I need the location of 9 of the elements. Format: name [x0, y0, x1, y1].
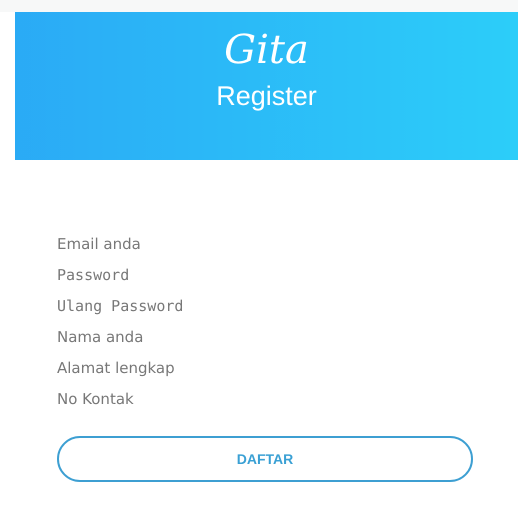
page-title: Register: [216, 80, 317, 113]
input-field[interactable]: Alamat lengkap: [57, 352, 317, 383]
input-field[interactable]: Email anda: [57, 228, 317, 259]
input-field[interactable]: Password: [57, 259, 317, 290]
input-field[interactable]: Ulang Password: [57, 290, 317, 321]
input-field[interactable]: No Kontak: [57, 383, 317, 414]
app-logo: Gita: [224, 30, 309, 70]
register-button[interactable]: DAFTAR: [57, 436, 473, 482]
input-field[interactable]: Nama anda: [57, 321, 317, 352]
